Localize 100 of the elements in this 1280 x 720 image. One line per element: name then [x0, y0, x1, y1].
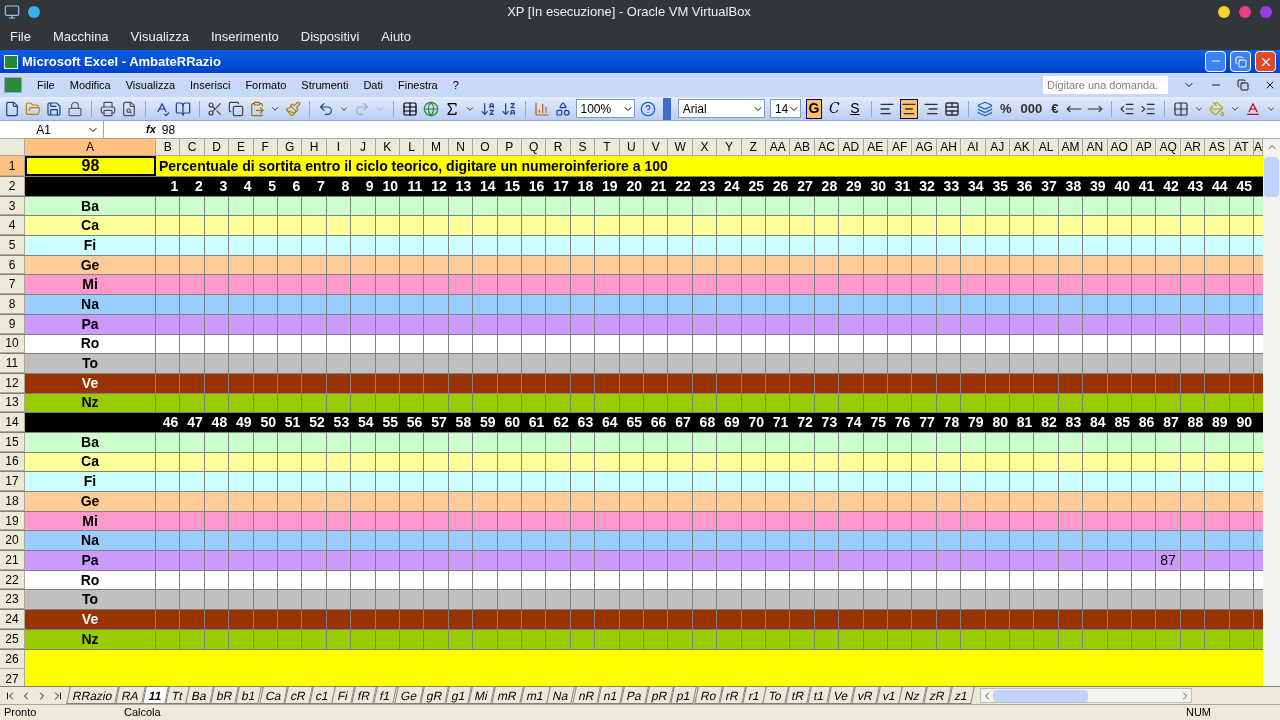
format-button[interactable]: S — [847, 98, 863, 119]
row-number[interactable]: 4 — [0, 216, 25, 236]
row-number[interactable]: 17 — [0, 472, 25, 491]
scrollbar-thumb[interactable] — [1264, 157, 1279, 197]
save-icon[interactable] — [46, 100, 62, 117]
column-header[interactable]: Z — [741, 139, 766, 156]
column-header[interactable]: AO — [1107, 139, 1132, 156]
sheet-tab[interactable]: bR — [210, 687, 240, 704]
minimize-icon[interactable] — [1218, 6, 1230, 18]
column-header[interactable]: W — [668, 139, 693, 156]
column-header[interactable]: S — [570, 139, 596, 156]
number-format-button[interactable]: € — [1049, 98, 1061, 119]
column-header[interactable]: L — [400, 139, 425, 156]
menu-item[interactable]: Modifica — [69, 76, 111, 94]
row-number[interactable]: 21 — [0, 551, 25, 570]
column-header[interactable]: F — [253, 139, 278, 156]
row-number[interactable]: 2 — [0, 177, 25, 196]
number-format-button[interactable]: % — [998, 98, 1014, 119]
table-cell[interactable]: 98 — [25, 156, 156, 176]
sheet-tab[interactable]: m1 — [519, 687, 551, 704]
font-size-field[interactable]: 14 — [769, 99, 802, 118]
menu-item[interactable]: Strumenti — [301, 76, 349, 94]
format-button[interactable]: C — [826, 98, 843, 119]
column-header[interactable]: X — [692, 139, 718, 156]
sheet-tab[interactable]: f1 — [373, 687, 398, 704]
lock-icon[interactable] — [67, 100, 83, 117]
column-header[interactable]: AB — [790, 139, 815, 156]
column-header[interactable]: I — [326, 139, 352, 156]
sheet-tab[interactable]: p1 — [670, 687, 698, 704]
shapes-icon[interactable] — [554, 100, 571, 117]
column-header[interactable]: AS — [1205, 139, 1230, 156]
row-number[interactable]: 14 — [0, 413, 25, 432]
restore-button[interactable] — [1230, 51, 1251, 72]
maximize-icon[interactable] — [1239, 6, 1251, 18]
sheet-tab[interactable]: Mi — [468, 687, 495, 704]
column-header[interactable]: Y — [717, 139, 742, 156]
sort-descending-icon[interactable] — [500, 100, 517, 117]
folder-icon[interactable] — [25, 100, 41, 117]
column-header[interactable]: B — [156, 139, 181, 156]
row-number[interactable]: 18 — [0, 492, 25, 511]
column-header[interactable]: O — [473, 139, 498, 156]
printer-icon[interactable] — [99, 100, 116, 117]
restore-icon[interactable] — [1237, 79, 1249, 91]
row-number[interactable]: 7 — [0, 275, 25, 295]
column-header[interactable]: P — [497, 139, 522, 156]
column-header[interactable]: AC — [814, 139, 840, 156]
sheet-tab[interactable]: Na — [546, 687, 576, 704]
column-header[interactable]: AA — [766, 139, 791, 156]
column-header[interactable]: AR — [1180, 139, 1206, 156]
sheet-tab[interactable]: tR — [785, 687, 811, 704]
column-header[interactable]: R — [546, 139, 571, 156]
horizontal-scrollbar[interactable] — [980, 688, 1193, 703]
column-header[interactable]: AD — [839, 139, 864, 156]
name-box[interactable]: A1 — [0, 121, 104, 138]
row-number[interactable]: 8 — [0, 295, 25, 314]
column-header[interactable]: E — [229, 139, 254, 156]
undo-icon[interactable] — [318, 100, 334, 117]
column-header[interactable]: AF — [888, 139, 913, 156]
formula-value[interactable]: 98 — [161, 120, 176, 139]
column-header[interactable]: AL — [1034, 139, 1059, 156]
globe-icon[interactable] — [422, 100, 439, 117]
menu-item[interactable]: Dati — [363, 76, 383, 94]
row-number[interactable]: 24 — [0, 610, 25, 629]
menu-item[interactable]: File — [10, 27, 31, 47]
column-header[interactable]: AG — [912, 139, 937, 156]
scissors-icon[interactable] — [207, 100, 224, 117]
column-header[interactable]: H — [302, 139, 327, 156]
column-header[interactable]: AQ — [1156, 139, 1181, 156]
sheet-tab[interactable]: Ge — [393, 687, 424, 704]
sheet-tab[interactable]: g1 — [445, 687, 473, 704]
sheet-tab[interactable]: Ca — [258, 687, 288, 704]
row-number[interactable]: 23 — [0, 590, 25, 610]
column-header[interactable]: C — [180, 139, 205, 156]
format-button[interactable]: G — [806, 98, 822, 119]
sheet-tab[interactable]: Pa — [620, 687, 649, 704]
menu-item[interactable]: Inserimento — [210, 27, 279, 47]
column-header[interactable]: AH — [936, 139, 962, 156]
row-number[interactable]: 27 — [0, 669, 25, 686]
paste-icon[interactable] — [249, 100, 266, 117]
menu-item[interactable]: Inserisci — [190, 76, 231, 94]
first-sheet-icon[interactable] — [4, 689, 16, 702]
copy-icon[interactable] — [228, 100, 245, 117]
table-cell[interactable]: Percentuale di sortita entro il ciclo teorico, digitare un numeroinferiore a 100 — [156, 156, 1263, 176]
column-header[interactable]: J — [351, 139, 376, 156]
column-header[interactable]: AJ — [985, 139, 1010, 156]
column-header[interactable]: K — [375, 139, 400, 156]
column-header[interactable]: M — [424, 139, 449, 156]
column-header[interactable]: AI — [961, 139, 986, 156]
vertical-scrollbar[interactable] — [1263, 139, 1280, 686]
align-center-icon[interactable] — [900, 98, 919, 119]
close-icon[interactable] — [1264, 79, 1276, 91]
menu-item[interactable]: Visualizza — [130, 27, 189, 47]
last-sheet-icon[interactable] — [52, 689, 64, 702]
sheet-tab[interactable]: t1 — [807, 687, 831, 704]
column-header[interactable]: N — [448, 139, 474, 156]
menu-item[interactable]: Finestra — [398, 76, 438, 94]
column-header[interactable]: AP — [1132, 139, 1157, 156]
sheet-tab[interactable]: Ro — [693, 687, 723, 704]
fill-color-icon[interactable] — [1209, 100, 1226, 117]
number-format-button[interactable]: 000 — [1018, 98, 1045, 119]
